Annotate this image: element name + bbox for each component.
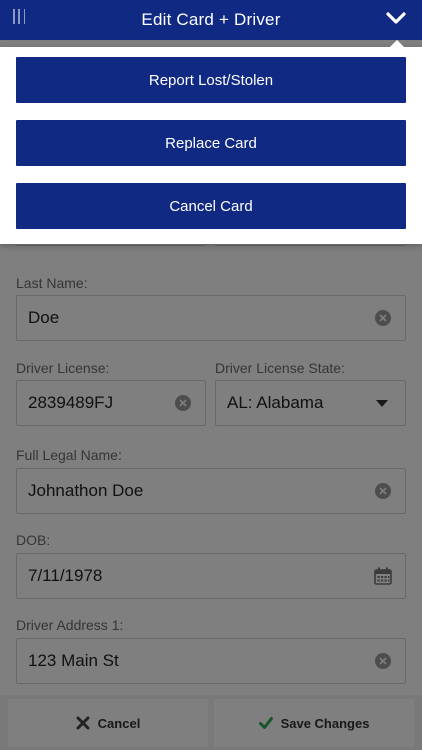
chevron-down-icon[interactable] [386,10,406,26]
card-actions-menu: Report Lost/Stolen Replace Card Cancel C… [0,40,422,244]
menu-pointer [390,40,404,47]
menu-icon[interactable] [13,9,25,24]
cancel-card-button[interactable]: Cancel Card [16,183,406,229]
report-lost-stolen-button[interactable]: Report Lost/Stolen [16,57,406,103]
page-title: Edit Card + Driver [141,10,281,29]
app-header: Edit Card + Driver [0,0,422,40]
replace-card-button[interactable]: Replace Card [16,120,406,166]
